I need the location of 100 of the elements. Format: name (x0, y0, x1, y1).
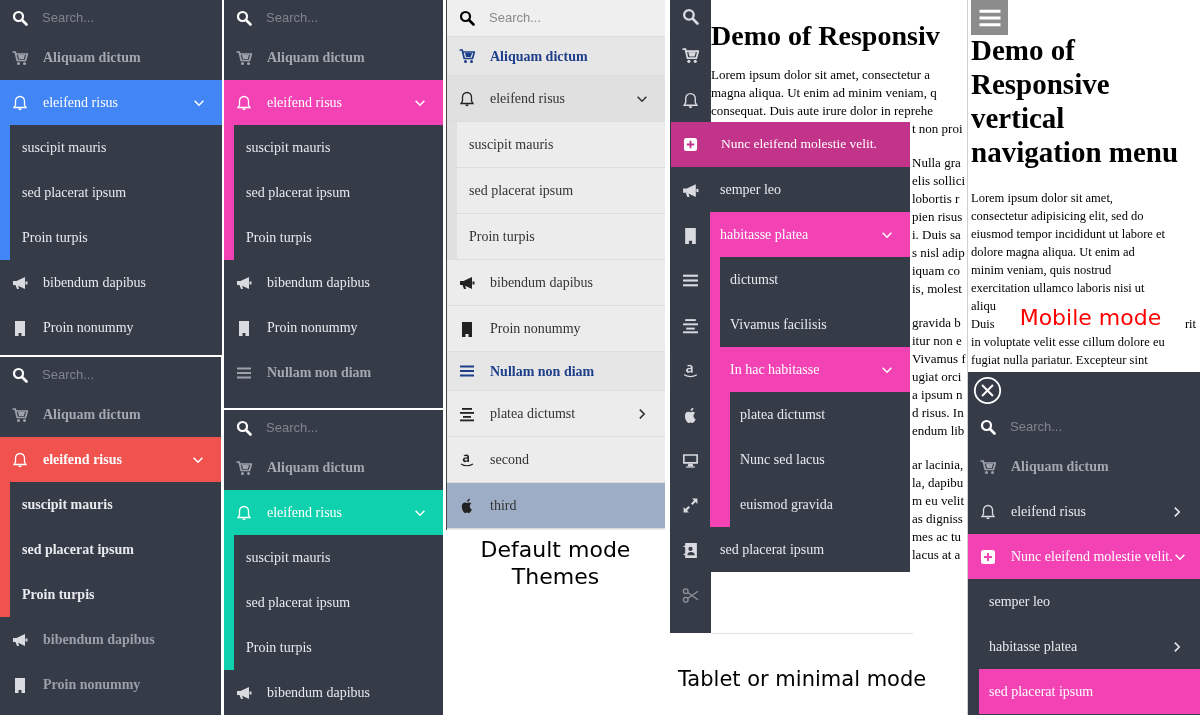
paragraph-fragment: la, dapibu (912, 474, 965, 492)
cart-icon (236, 459, 252, 476)
menu-item[interactable]: eleifend risus (447, 76, 665, 122)
paragraph-line: minim veniam, quis nostrud (971, 262, 1113, 279)
menu-item[interactable]: sed placerat ipsum (710, 527, 910, 572)
menu-item[interactable]: Nunc eleifend molestie velit. (671, 122, 910, 167)
plus-icon (980, 548, 996, 565)
cart-icon[interactable] (682, 47, 699, 64)
expand-icon[interactable] (682, 497, 699, 514)
menu-item[interactable]: Proin nonummy (224, 305, 443, 350)
paragraph-fragment: endum lib (912, 422, 966, 440)
paragraph-fragment: aliqu (971, 298, 996, 315)
paragraph-fragment: pien risus (912, 208, 964, 226)
menu-item[interactable]: sed placerat ipsum (10, 170, 222, 215)
menu-item[interactable]: dictumst (720, 257, 910, 302)
menu-item[interactable]: sed placerat ipsum (234, 170, 443, 215)
search-icon[interactable] (682, 8, 699, 25)
menu-item[interactable]: bibendum dapibus (224, 670, 443, 715)
menu-item[interactable]: bibendum dapibus (447, 260, 665, 306)
paragraph-fragment: Vivamus f (912, 350, 966, 368)
menu-item[interactable]: suscipit mauris (10, 482, 221, 527)
search-field[interactable]: Search... (42, 7, 182, 28)
megaphone-icon (236, 684, 252, 701)
paragraph-fragment: Nulla gra (912, 154, 962, 172)
menu-item[interactable]: platea dictumst (447, 391, 665, 437)
menu-item[interactable]: sed placerat ipsum (457, 168, 665, 214)
paragraph-line: dolore magna aliqua. Ut enim ad (971, 244, 1136, 261)
menu-item[interactable]: suscipit mauris (234, 125, 443, 170)
menu-item[interactable]: sed placerat ipsum (234, 580, 443, 625)
menu-item[interactable]: suscipit mauris (234, 535, 443, 580)
building-icon (12, 319, 28, 336)
paragraph-fragment: itur non e (912, 332, 963, 350)
menu-item[interactable]: eleifend risus (0, 80, 222, 125)
menu-item[interactable]: Proin turpis (10, 215, 222, 260)
menu-item[interactable]: sed placerat ipsum (10, 527, 221, 572)
bell-icon (980, 503, 996, 520)
menu-item[interactable]: semper leo (979, 579, 1200, 624)
menu-item[interactable]: Proin turpis (234, 625, 443, 670)
paragraph-line: Lorem ipsum dolor sit amet, (971, 190, 1114, 207)
bars-icon (459, 363, 475, 379)
search-field[interactable]: Search... (1010, 416, 1150, 437)
search-icon (459, 10, 475, 26)
menu-item[interactable]: third (447, 483, 665, 529)
menu-item[interactable]: suscipit mauris (457, 122, 665, 168)
megaphone-icon (236, 274, 252, 291)
search-field[interactable]: Search... (266, 7, 406, 28)
paragraph-fragment: lobortis r (912, 190, 961, 208)
search-field[interactable]: Search... (489, 8, 629, 28)
menu-item[interactable]: Vivamus facilisis (720, 302, 910, 347)
menu-item[interactable]: Proin nonummy (0, 662, 221, 707)
menu-item[interactable]: Proin turpis (234, 215, 443, 260)
menu-item[interactable]: suscipit mauris (10, 125, 222, 170)
megaphone-icon[interactable] (682, 182, 699, 199)
paragraph-line: eiusmod tempor incididunt ut labore et (971, 226, 1167, 243)
menu-item[interactable]: eleifend risus (968, 489, 1200, 534)
paragraph-fragment: ar lacinia, (912, 456, 965, 474)
menu-item[interactable]: bibendum dapibus (0, 617, 221, 662)
logo-icon[interactable] (682, 362, 699, 379)
menu-item[interactable]: Proin turpis (457, 214, 665, 260)
search-field[interactable]: Search... (42, 364, 182, 385)
building-icon[interactable] (682, 227, 699, 244)
menu-item[interactable]: Proin turpis (10, 572, 221, 617)
menu-item[interactable]: bibendum dapibus (224, 260, 443, 305)
section-heading: Aliquam dictum (490, 47, 588, 66)
paragraph-fragment: Duis (971, 316, 996, 333)
scissors-icon[interactable] (682, 587, 699, 604)
menu-item[interactable]: bibendum dapibus (0, 260, 222, 305)
bell-icon (236, 94, 252, 111)
menu-item[interactable]: euismod gravida (730, 482, 910, 527)
menu-item[interactable]: Proin nonummy (0, 305, 222, 350)
monitor-icon[interactable] (682, 452, 699, 469)
search-icon (12, 9, 28, 26)
paragraph-line: magna aliqua. Ut enim ad minim veniam, q (711, 84, 938, 102)
bell-icon[interactable] (682, 92, 699, 109)
section-heading: Aliquam dictum (43, 49, 141, 67)
cart-icon (459, 48, 475, 64)
align-center-icon[interactable] (682, 317, 699, 334)
bell-icon (236, 504, 252, 521)
menu-item[interactable]: habitasse platea (979, 624, 1200, 669)
building-icon (12, 676, 28, 693)
close-icon[interactable] (973, 376, 1002, 405)
menu-item[interactable]: platea dictumst (730, 392, 910, 437)
search-icon (236, 419, 252, 436)
paragraph-fragment: iquam co (912, 262, 961, 280)
bars-icon[interactable] (682, 272, 699, 289)
paragraph-fragment: m eu velit (912, 492, 965, 510)
paragraph-line: consequat. Duis aute irure dolor in reprehe (711, 102, 934, 120)
menu-item[interactable]: semper leo (710, 167, 910, 212)
paragraph-line: in voluptate velit esse cillum dolore eu (971, 334, 1166, 351)
contact-card-icon[interactable] (682, 542, 699, 559)
bell-icon (459, 90, 475, 107)
paragraph-line: consectetur adipisicing elit, sed do (971, 208, 1145, 225)
section-heading: Aliquam dictum (267, 459, 365, 477)
page-title: Demo of Responsive vertical navigation menu (971, 33, 1180, 169)
menu-button[interactable] (971, 0, 1008, 35)
paragraph-fragment: mes ac tu (912, 528, 963, 546)
search-field[interactable]: Search... (266, 417, 406, 438)
paragraph-line: fugiat nulla pariatur. Excepteur sint (971, 352, 1149, 369)
apple-icon (459, 497, 475, 514)
menu-item[interactable]: Nunc sed lacus (730, 437, 910, 482)
